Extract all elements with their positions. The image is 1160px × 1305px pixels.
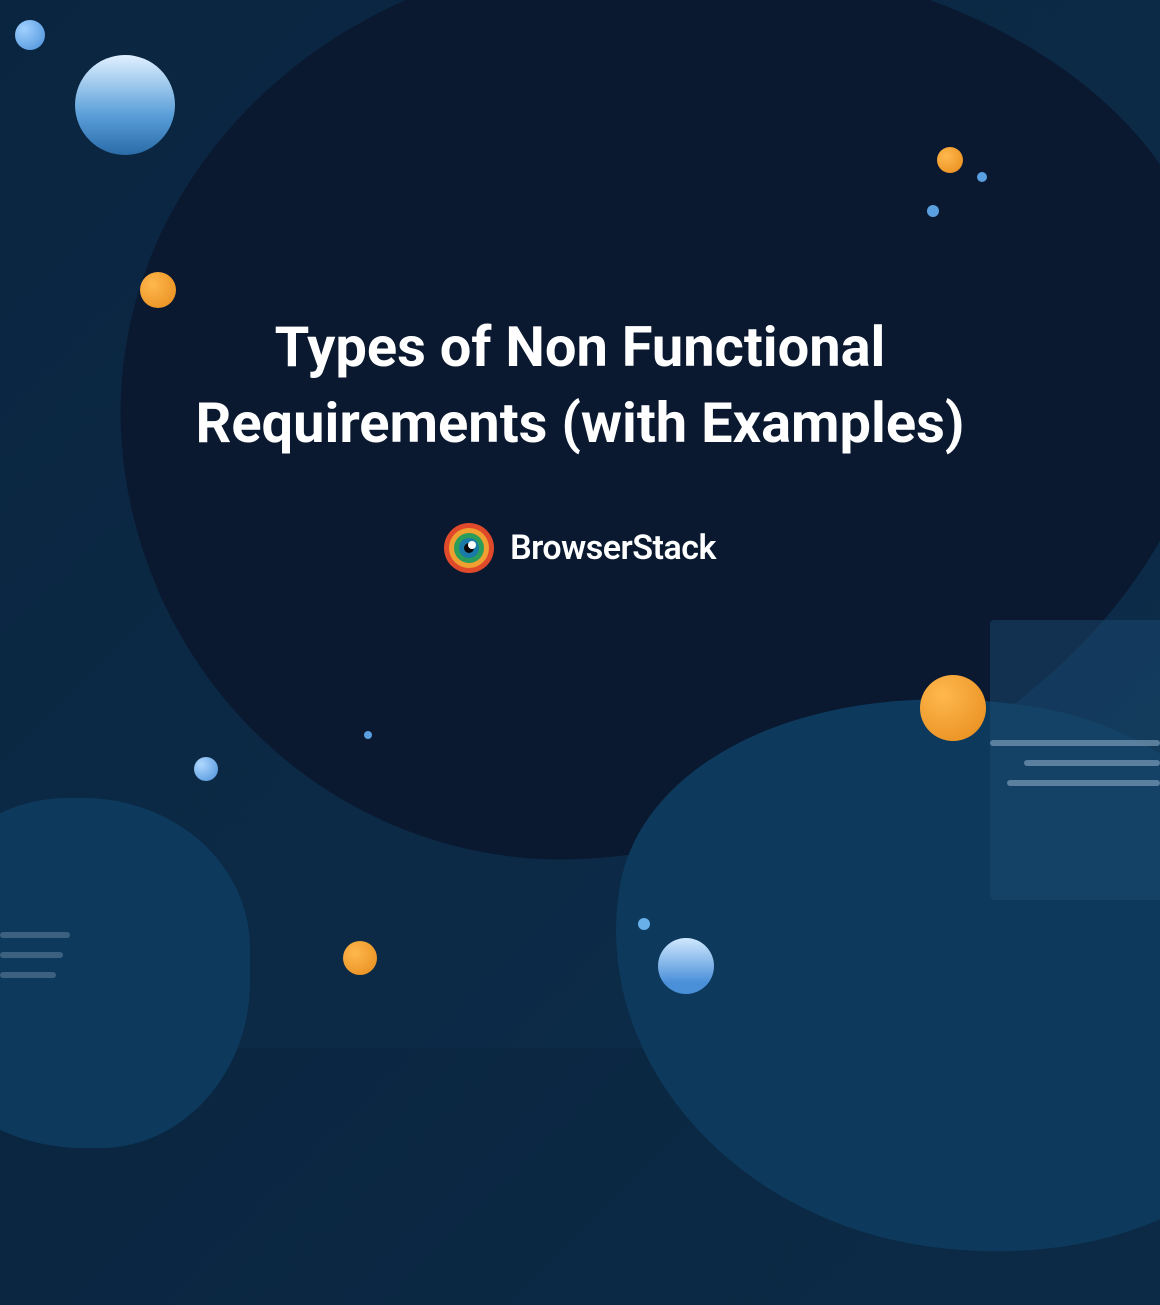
- hero-title: Types of Non Functional Requirements (wi…: [180, 310, 980, 461]
- brand-name: BrowserStack: [510, 528, 716, 568]
- browserstack-logo-icon: [444, 523, 494, 573]
- brand-row: BrowserStack: [444, 523, 716, 573]
